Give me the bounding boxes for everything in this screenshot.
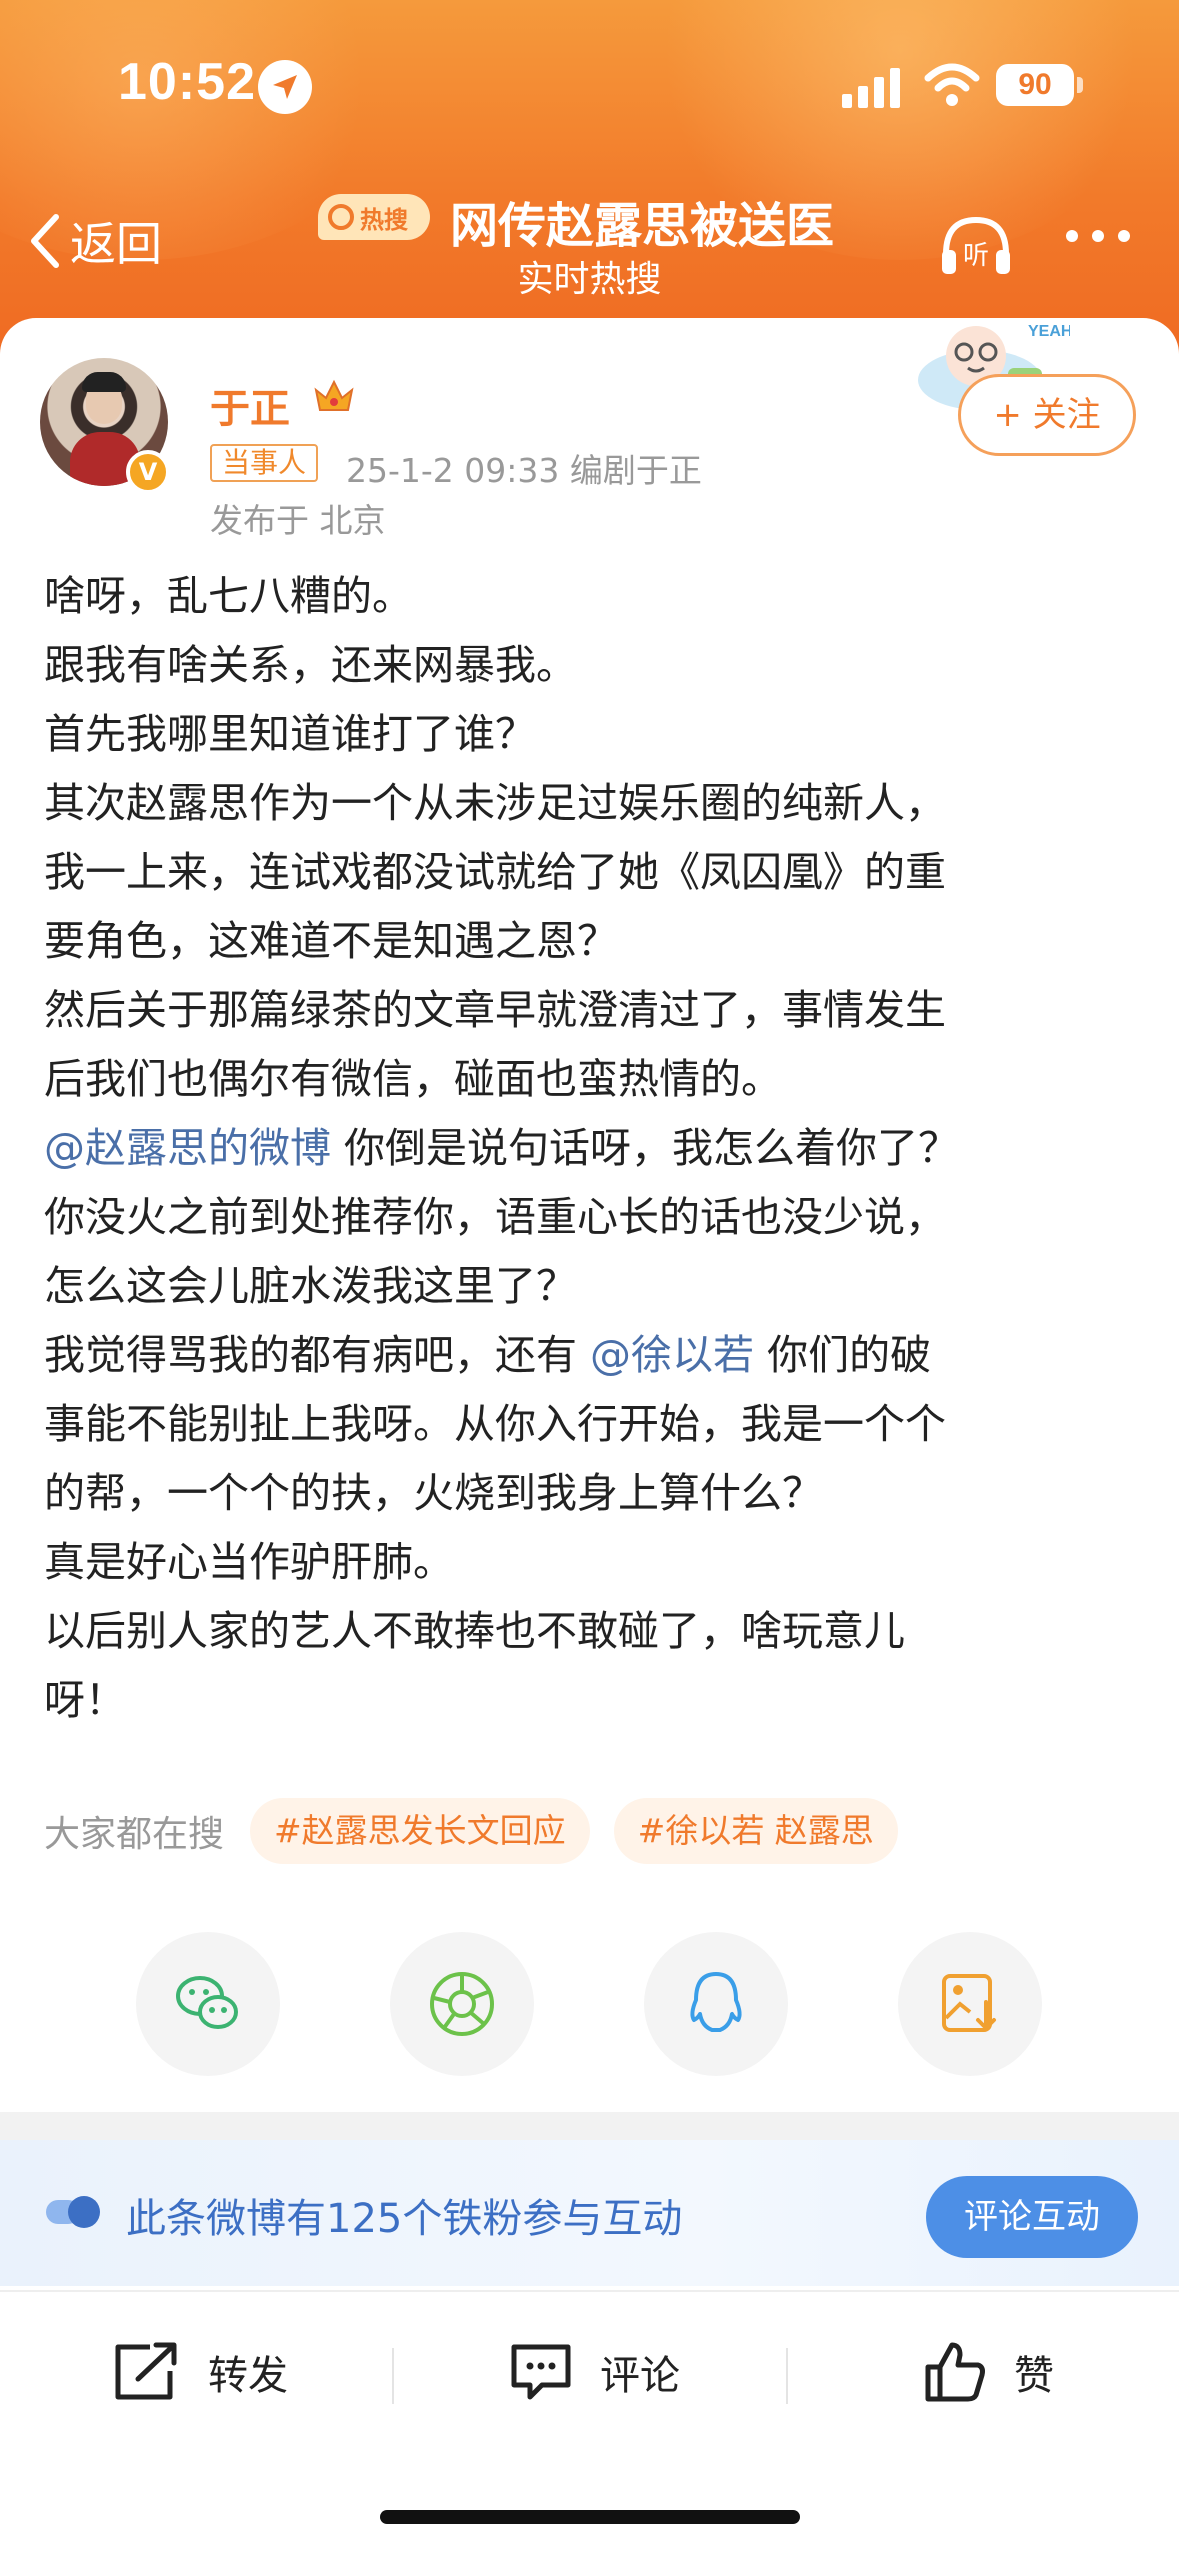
repost-button[interactable]: 转发 [112, 2332, 288, 2412]
more-dot-icon [1092, 230, 1104, 242]
post-line: 呀！ [44, 1676, 126, 1724]
post-line: 后我们也偶尔有微信，碰面也蛮热情的。 [44, 1055, 782, 1103]
post-line: 怎么这会儿脏水泼我这里了？ [44, 1262, 577, 1310]
fans-interaction-text: 此条微博有125个铁粉参与互动 [126, 2196, 683, 2242]
role-tag: 当事人 [210, 444, 319, 482]
comment-interact-button[interactable]: 评论互动 [926, 2176, 1138, 2258]
post-meta: 25-1-2 09:33 编剧于正 [346, 451, 702, 490]
post-line: 然后关于那篇绿茶的文章早就澄清过了，事情发生 [44, 986, 946, 1034]
post-line-text: 你倒是说句话呀，我怎么着你了？ [331, 1124, 960, 1172]
mention-link-zhaolusi[interactable]: @赵露思的微博 [44, 1124, 331, 1172]
battery-indicator: 90 [996, 64, 1074, 106]
listen-label: 听 [963, 241, 989, 271]
section-divider [0, 2112, 1179, 2140]
verified-badge: V [126, 450, 170, 494]
repost-label: 转发 [208, 2353, 288, 2399]
post-line: 的帮，一个个的扶，火烧到我身上算什么？ [44, 1469, 823, 1517]
clock: 10:52 [118, 53, 256, 111]
share-arrow-icon [115, 2342, 177, 2400]
post-line: 你没火之前到处推荐你，语重心长的话也没少说， [44, 1193, 946, 1241]
post-line: 以后别人家的艺人不敢捧也不敢碰了，啥玩意儿 [44, 1607, 905, 1655]
trending-search-label: 大家都在搜 [44, 1814, 225, 1855]
battery-tip [1077, 77, 1083, 93]
follow-button[interactable]: + 关注 [958, 374, 1136, 456]
headphones-icon: 听 [942, 216, 1010, 274]
moments-icon [430, 1972, 494, 2036]
cellular-signal-icon [842, 68, 900, 108]
header: 10:52 90 返回 热搜 网传赵露思被送医 实时热搜 听 [0, 0, 1179, 360]
post-body: 啥呀，乱七八糟的。 跟我有啥关系，还来网暴我。 首先我哪里知道谁打了谁？ 其次赵… [44, 562, 1144, 1735]
post-line-mention: @赵露思的微博 你倒是说句话呀，我怎么着你了？ [44, 1114, 1144, 1183]
author-name[interactable]: 于正 [210, 376, 290, 434]
sticker-text: YEAH! [1028, 323, 1070, 340]
fans-interaction-banner: 此条微博有125个铁粉参与互动 评论互动 [0, 2140, 1179, 2286]
mention-link-xuyiruo[interactable]: @徐以若 [590, 1331, 754, 1379]
share-qq-button[interactable] [644, 1932, 788, 2076]
post-line: 我一上来，连试戏都没试就给了她《凤囚凰》的重 [44, 848, 946, 896]
listen-button[interactable]: 听 [936, 206, 1016, 286]
save-image-icon [942, 1974, 996, 2032]
trending-tag-chip[interactable]: #徐以若 赵露思 [613, 1798, 898, 1864]
home-indicator [380, 2510, 800, 2524]
share-wechat-button[interactable] [136, 1932, 280, 2076]
more-dot-icon [1066, 230, 1078, 242]
post-line: 其次赵露思作为一个从未涉足过娱乐圈的纯新人， [44, 779, 946, 827]
comment-button[interactable]: 评论 [508, 2332, 680, 2412]
page-title: 网传赵露思被送医 [450, 198, 835, 254]
search-icon [328, 204, 354, 230]
nav-bar: 返回 热搜 网传赵露思被送医 实时热搜 听 [0, 170, 1179, 310]
save-image-button[interactable] [898, 1932, 1042, 2076]
post-line: 啥呀，乱七八糟的。 [44, 572, 413, 620]
hot-badge-label: 热搜 [360, 205, 408, 234]
post-line-mention: 我觉得骂我的都有病吧，还有 @徐以若 你们的破 [44, 1321, 1144, 1390]
post-line: 要角色，这难道不是知遇之恩？ [44, 917, 618, 965]
action-separator [392, 2348, 394, 2404]
comment-label: 评论 [600, 2353, 680, 2399]
post-line: 首先我哪里知道谁打了谁？ [44, 710, 536, 758]
like-label: 赞 [1014, 2353, 1054, 2399]
post-line: 事能不能别扯上我呀。从你入行开始，我是一个个 [44, 1400, 946, 1448]
post-line-text: 我觉得骂我的都有病吧，还有 [44, 1331, 591, 1379]
fans-toggle-icon [46, 2196, 100, 2228]
bottom-action-bar: 转发 评论 赞 [0, 2290, 1179, 2460]
like-button[interactable]: 赞 [922, 2332, 1054, 2412]
thumbs-up-icon [925, 2342, 985, 2402]
trending-tag-chip[interactable]: #赵露思发长文回应 [250, 1798, 590, 1864]
more-dot-icon [1118, 230, 1130, 242]
location-arrow-icon [258, 60, 312, 114]
post-line: 真是好心当作驴肝肺。 [44, 1538, 454, 1586]
more-menu-button[interactable] [1066, 230, 1146, 260]
qq-icon [690, 1972, 742, 2032]
status-bar: 10:52 90 [0, 0, 1179, 150]
wifi-icon [924, 63, 980, 106]
share-moments-button[interactable] [390, 1932, 534, 2076]
share-row [0, 1932, 1179, 2082]
crown-icon [314, 379, 354, 411]
wechat-icon [176, 1976, 238, 2029]
hot-search-badge: 热搜 [318, 194, 430, 240]
avatar-hair [82, 372, 126, 392]
comment-icon [511, 2344, 571, 2400]
post-line: 跟我有啥关系，还来网暴我。 [44, 641, 577, 689]
post-location: 发布于 北京 [210, 501, 386, 540]
action-separator [786, 2348, 788, 2404]
post-line-text: 你们的破 [754, 1331, 932, 1379]
post-card: V 于正 当事人 25-1-2 09:33 编剧于正 发布于 北京 YEAH! … [0, 318, 1179, 2118]
trending-search-row: 大家都在搜 #赵露思发长文回应 #徐以若 赵露思 [44, 1796, 922, 1866]
